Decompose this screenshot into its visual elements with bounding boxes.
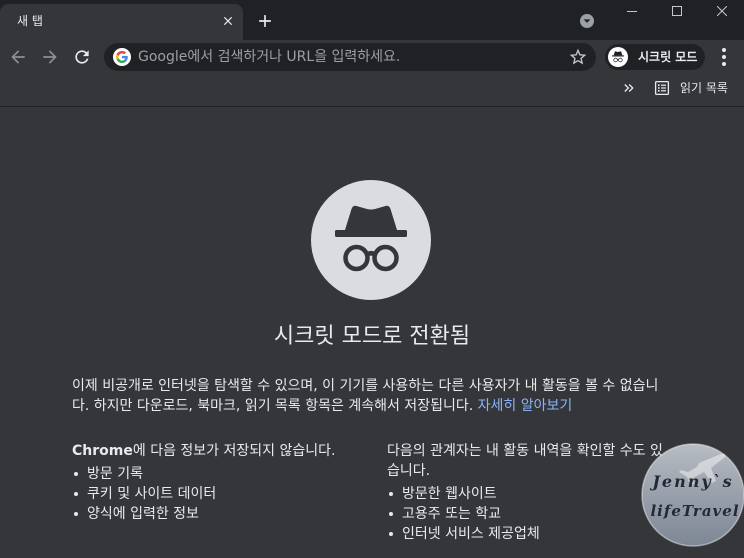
- reading-list-icon: [654, 80, 670, 96]
- list-item: 쿠키 및 사이트 데이터: [72, 484, 357, 504]
- more-vert-icon: [722, 48, 726, 66]
- bookmarks-overflow-button[interactable]: [620, 79, 638, 97]
- incognito-profile-button[interactable]: 시크릿 모드: [605, 44, 705, 70]
- maximize-icon: [672, 6, 682, 16]
- not-saved-heading: Chrome에 다음 정보가 저장되지 않습니다.: [72, 441, 357, 461]
- may-see-column: 다음의 관계자는 내 활동 내역을 확인할 수도 있습니다. 방문한 웹사이트 …: [387, 441, 672, 544]
- avatar: [608, 47, 628, 67]
- search-engine-badge: [113, 48, 131, 66]
- omnibox[interactable]: [104, 43, 596, 71]
- learn-more-link[interactable]: 자세히 알아보기: [478, 398, 573, 414]
- minimize-button[interactable]: [610, 0, 654, 22]
- maximize-button[interactable]: [655, 0, 699, 22]
- chevron-down-circle-icon: [580, 14, 594, 28]
- may-see-heading: 다음의 관계자는 내 활동 내역을 확인할 수도 있습니다.: [387, 443, 663, 479]
- new-tab-button[interactable]: [255, 11, 275, 31]
- arrow-right-icon: [43, 50, 57, 64]
- incognito-illustration: [311, 180, 431, 300]
- plus-icon: [259, 15, 271, 27]
- list-item: 고용주 또는 학교: [387, 504, 672, 524]
- browser-menu-button[interactable]: [712, 43, 736, 71]
- brand-name: Chrome: [72, 443, 133, 459]
- tab-title: 새 탭: [17, 14, 43, 28]
- not-saved-column: Chrome에 다음 정보가 저장되지 않습니다. 방문 기록 쿠키 및 사이트…: [72, 441, 357, 544]
- reading-list-label: 읽기 목록: [680, 81, 728, 95]
- list-item: 방문 기록: [72, 464, 357, 484]
- incognito-icon: [311, 180, 431, 300]
- page-title: 시크릿 모드로 전환됨: [273, 324, 471, 349]
- tab-new-tab[interactable]: 새 탭: [0, 4, 243, 40]
- star-outline-icon: [569, 48, 587, 65]
- double-chevron-right-icon: [624, 84, 634, 92]
- bookmark-star-button[interactable]: [568, 47, 588, 67]
- close-icon: [717, 6, 727, 16]
- incognito-ntp: 시크릿 모드로 전환됨 이제 비공개로 인터넷을 탐색할 수 있으며, 이 기기…: [0, 107, 744, 558]
- forward-button[interactable]: [36, 43, 64, 71]
- reload-button[interactable]: [68, 43, 96, 71]
- not-saved-list: 방문 기록 쿠키 및 사이트 데이터 양식에 입력한 정보: [72, 464, 357, 524]
- close-icon: [223, 16, 233, 26]
- may-see-list: 방문한 웹사이트 고용주 또는 학교 인터넷 서비스 제공업체: [387, 484, 672, 544]
- incognito-description: 이제 비공개로 인터넷을 탐색할 수 있으며, 이 기기를 사용하는 다른 사용…: [72, 376, 672, 416]
- list-item: 양식에 입력한 정보: [72, 504, 357, 524]
- back-button[interactable]: [4, 43, 32, 71]
- reading-list-button[interactable]: 읽기 목록: [650, 77, 738, 99]
- window-close-button[interactable]: [700, 0, 744, 22]
- list-item: 방문한 웹사이트: [387, 484, 672, 504]
- minimize-icon: [627, 11, 637, 12]
- omnibox-input[interactable]: [138, 43, 558, 71]
- arrow-left-icon: [11, 50, 25, 64]
- tab-strip: 새 탭: [0, 0, 744, 40]
- list-item: 인터넷 서비스 제공업체: [387, 524, 672, 544]
- reload-icon: [75, 50, 89, 64]
- incognito-icon: [608, 47, 628, 67]
- tab-search-button[interactable]: [579, 13, 595, 29]
- profile-label: 시크릿 모드: [638, 50, 698, 64]
- toolbar: 시크릿 모드 읽기 목록: [0, 40, 744, 107]
- google-g-icon: [116, 51, 128, 63]
- not-saved-heading-text: 에 다음 정보가 저장되지 않습니다.: [132, 443, 336, 459]
- close-tab-button[interactable]: [220, 13, 236, 29]
- info-columns: Chrome에 다음 정보가 저장되지 않습니다. 방문 기록 쿠키 및 사이트…: [72, 441, 672, 544]
